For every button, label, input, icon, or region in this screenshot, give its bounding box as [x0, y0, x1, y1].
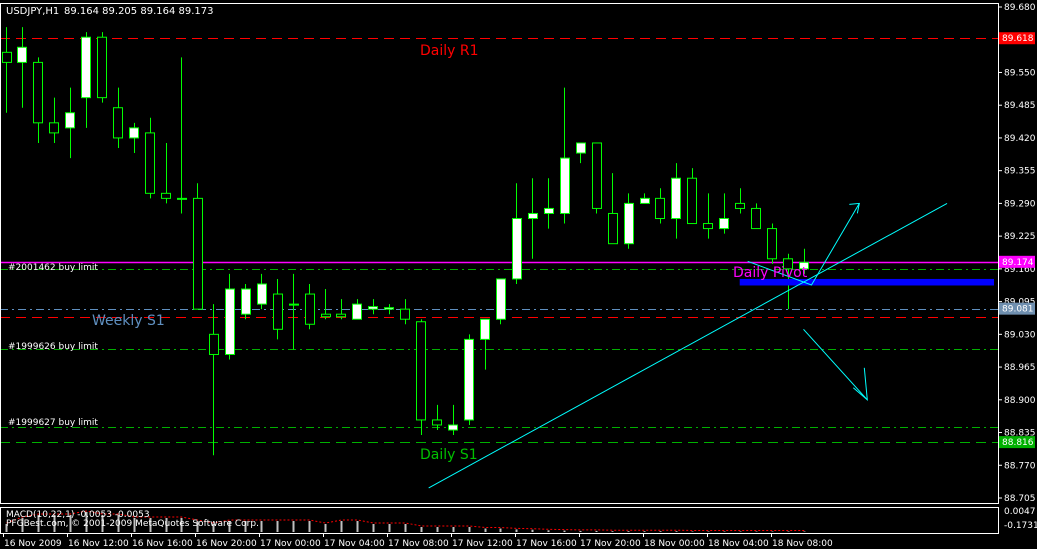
candle-body: [305, 293, 315, 325]
candle-body: [640, 197, 650, 204]
candle-body: [400, 308, 410, 320]
y-tick-label: 88.705: [1004, 494, 1036, 504]
candle-body: [544, 207, 554, 214]
candle-body: [33, 61, 43, 124]
candle-body: [608, 212, 618, 245]
candle-body: [368, 306, 378, 310]
candle-body: [655, 197, 665, 220]
copyright-text: PFGBest.com, © 2001-2009 MetaQuotes Soft…: [6, 519, 259, 529]
y-tick-label: 89.485: [1004, 101, 1036, 111]
candle-body: [751, 207, 761, 230]
label-daily-r1: Daily R1: [420, 43, 479, 59]
candle-body: [703, 223, 713, 230]
candle-body: [241, 288, 251, 315]
label-buy-limit-1: #2001462 buy limit: [8, 263, 98, 273]
candle-body: [209, 333, 219, 355]
candle-body: [113, 107, 123, 139]
candle-body: [432, 419, 442, 426]
candle-body: [145, 132, 155, 194]
y-tick-label: 88.965: [1004, 363, 1036, 373]
price-tag-label: 89.618: [1002, 34, 1034, 44]
x-tick-label: 17 Nov 20:00: [580, 539, 641, 549]
candle-body: [592, 142, 602, 209]
candle-body: [352, 303, 362, 320]
candle-body: [735, 202, 745, 209]
x-tick-label: 18 Nov 04:00: [708, 539, 769, 549]
candle-body: [416, 321, 426, 421]
label-weekly-s1: Weekly S1: [92, 313, 165, 329]
y-tick-label: 89.030: [1004, 330, 1036, 340]
x-tick-label: 17 Nov 08:00: [388, 539, 449, 549]
label-buy-limit-2: #1999626 buy limit: [8, 342, 98, 352]
candle-body: [624, 202, 634, 245]
candle-body: [321, 313, 331, 318]
x-tick-label: 17 Nov 12:00: [452, 539, 513, 549]
candle-body: [687, 177, 697, 225]
label-daily-pivot: Daily Pivot: [733, 265, 808, 281]
candle-body: [81, 36, 91, 99]
candle-body: [512, 218, 522, 280]
x-tick-label: 18 Nov 00:00: [644, 539, 705, 549]
price-tag-label: 89.081: [1002, 305, 1034, 315]
x-tick-label: 16 Nov 16:00: [132, 539, 193, 549]
candle-body: [161, 192, 171, 199]
candle-body: [257, 283, 267, 305]
y-tick-label: 88.900: [1004, 396, 1036, 406]
y-tick-label: 88.770: [1004, 461, 1036, 471]
candle-body: [289, 303, 299, 306]
candle-body: [2, 51, 12, 63]
price-tag-label: 89.174: [1002, 258, 1034, 268]
candle-body: [177, 197, 187, 200]
candle-body: [767, 228, 777, 260]
candle-body: [719, 218, 729, 230]
y-tick-label: 89.420: [1004, 134, 1036, 144]
price-tag-label: 88.816: [1002, 438, 1034, 448]
y-tick-label: 89.290: [1004, 199, 1036, 209]
candle-body: [496, 278, 506, 320]
x-tick-label: 16 Nov 12:00: [68, 539, 129, 549]
candle-body: [671, 177, 681, 220]
y-tick-label: 89.550: [1004, 68, 1036, 78]
label-buy-limit-3: #1999627 buy limit: [8, 418, 98, 428]
macd-tick-label: 0.0047: [1004, 507, 1036, 517]
candle-body: [49, 122, 59, 134]
candle-body: [480, 318, 490, 340]
x-tick-label: 17 Nov 16:00: [516, 539, 577, 549]
chart-ohlc: 89.164 89.205 89.164 89.173: [64, 6, 214, 17]
chart-symbol: USDJPY,H1: [6, 6, 59, 17]
candle-body: [528, 212, 538, 220]
candle-body: [225, 288, 235, 355]
macd-tick-label: -0.1731: [1004, 521, 1037, 531]
candle-body: [193, 197, 203, 310]
candle-body: [273, 293, 283, 330]
candle-body: [384, 307, 394, 310]
x-tick-label: 17 Nov 00:00: [260, 539, 321, 549]
y-tick-label: 89.225: [1004, 232, 1036, 242]
x-tick-label: 16 Nov 20:00: [196, 539, 257, 549]
x-tick-label: 18 Nov 08:00: [772, 539, 833, 549]
x-tick-label: 17 Nov 04:00: [324, 539, 385, 549]
y-tick-label: 89.355: [1004, 167, 1036, 177]
x-tick-label: 16 Nov 2009: [4, 539, 62, 549]
candle-body: [97, 36, 107, 99]
y-tick-label: 89.680: [1004, 3, 1036, 13]
candle-body: [336, 313, 346, 318]
candle-body: [448, 424, 458, 431]
candle-body: [560, 157, 570, 214]
label-daily-s1: Daily S1: [420, 447, 478, 463]
price-chart[interactable]: 89.68089.61589.55089.48589.42089.35589.2…: [0, 0, 1037, 549]
candle-body: [464, 338, 474, 421]
candle-body: [129, 127, 139, 139]
candle-body: [17, 46, 27, 63]
candle-body: [576, 142, 586, 154]
candle-body: [65, 112, 75, 129]
